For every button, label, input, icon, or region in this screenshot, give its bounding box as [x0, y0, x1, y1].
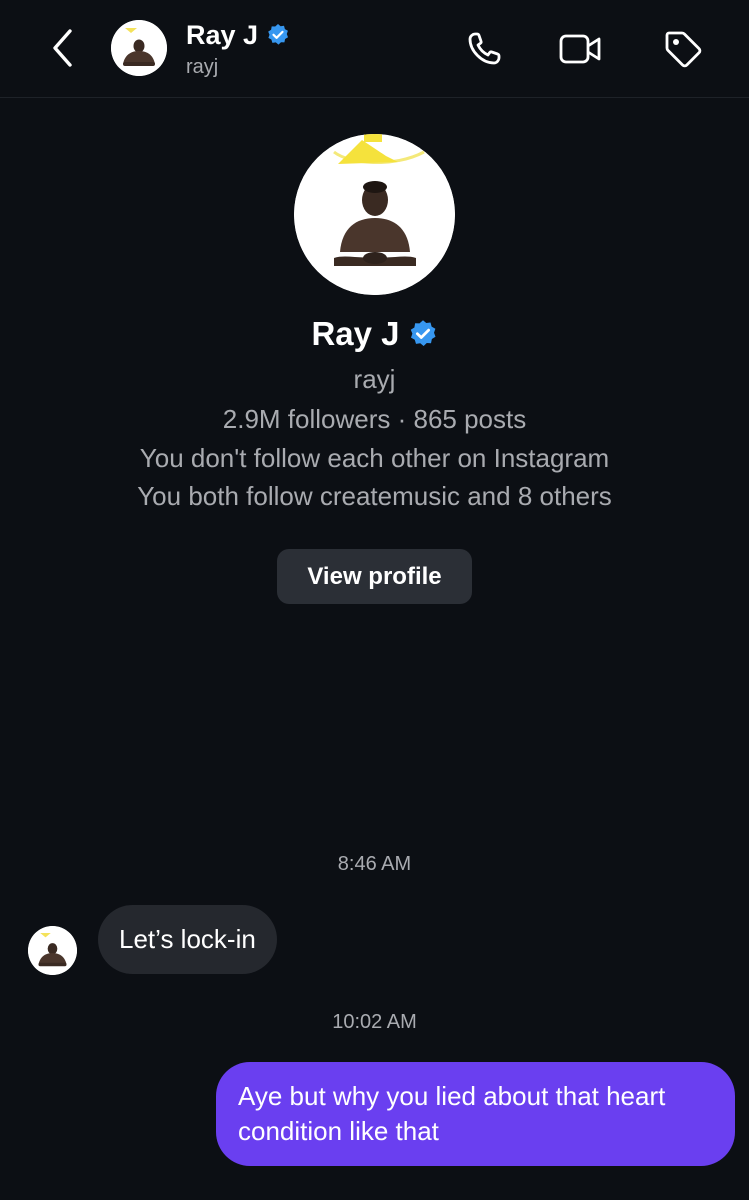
profile-name: Ray J — [0, 312, 749, 356]
call-button[interactable] — [461, 26, 507, 72]
header-name-text: Ray J — [186, 20, 259, 50]
message-timestamp: 8:46 AM — [337, 853, 412, 875]
back-button[interactable] — [40, 24, 84, 72]
phone-icon — [468, 32, 501, 65]
avatar[interactable] — [111, 20, 167, 76]
video-camera-icon — [559, 34, 601, 64]
tag-button[interactable] — [660, 26, 706, 72]
verified-badge-icon — [410, 320, 436, 346]
header-username: rayj — [186, 56, 219, 78]
chat-header: Ray J rayj — [0, 0, 749, 98]
chevron-left-icon — [53, 29, 72, 67]
profile-avatar[interactable] — [294, 134, 455, 295]
sender-avatar[interactable] — [28, 926, 77, 975]
mutual-followers: You both follow createmusic and 8 others — [137, 481, 612, 511]
header-name[interactable]: Ray J — [186, 18, 290, 52]
follow-status: You don't follow each other on Instagram — [139, 443, 610, 473]
verified-badge-icon — [268, 24, 289, 45]
incoming-message-text: Let’s lock-in — [119, 924, 256, 954]
tag-icon — [665, 31, 702, 68]
message-timestamp: 10:02 AM — [332, 1011, 417, 1033]
incoming-message-bubble[interactable]: Let’s lock-in — [98, 905, 277, 974]
outgoing-message-bubble[interactable]: Aye but why you lied about that heart co… — [216, 1062, 735, 1166]
profile-name-text: Ray J — [311, 315, 400, 352]
profile-stats: 2.9M followers · 865 posts — [222, 404, 527, 434]
outgoing-message-line: condition like that — [238, 1116, 439, 1146]
outgoing-message-line: Aye but why you lied about that heart — [238, 1081, 666, 1111]
profile-username: rayj — [353, 364, 396, 394]
video-call-button[interactable] — [558, 26, 604, 72]
view-profile-button[interactable]: View profile — [277, 549, 472, 604]
